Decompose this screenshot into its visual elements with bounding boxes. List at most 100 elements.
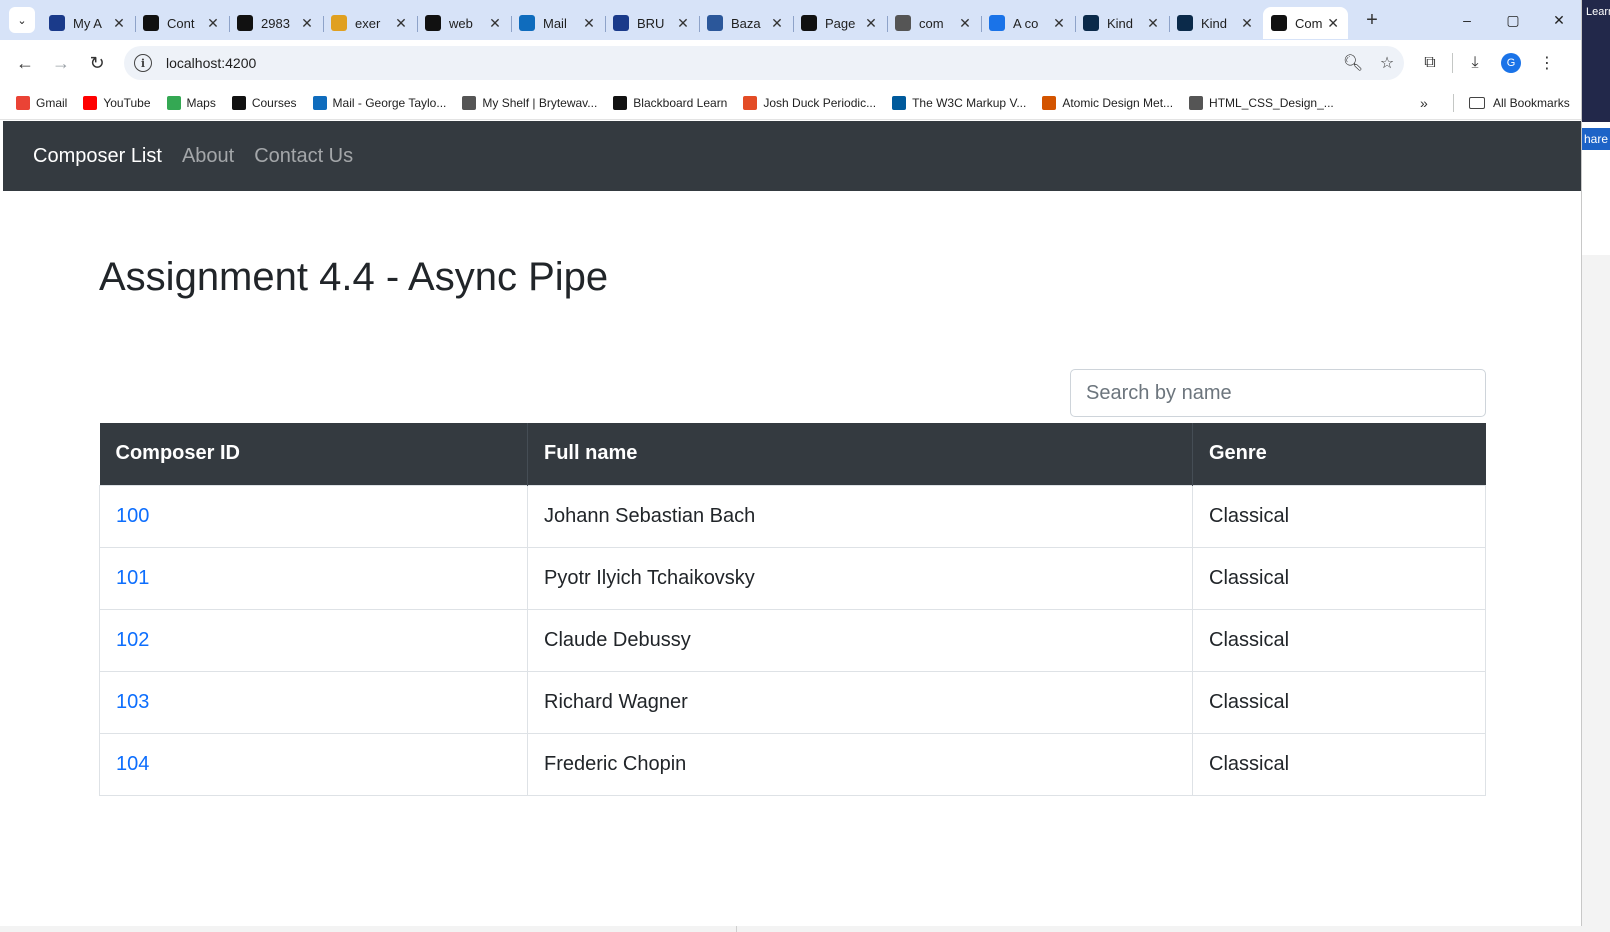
- composer-table: Composer ID Full name Genre 100 Johann S…: [99, 423, 1486, 796]
- table-row: 100 Johann Sebastian Bach Classical: [99, 484, 1486, 548]
- maps-icon: [166, 95, 181, 110]
- browser-tab[interactable]: web ✕: [417, 7, 511, 39]
- tab-title: Mail: [543, 15, 567, 31]
- cell-name: Richard Wagner: [527, 670, 1193, 734]
- tab-strip: ⌄ My A ✕ Cont ✕ 2983 ✕ exer ✕ web ✕ Mail ✕ BRU ✕ Baza ✕…: [0, 0, 1581, 40]
- tab-close-icon[interactable]: ✕: [1051, 15, 1067, 32]
- tab-close-icon[interactable]: ✕: [769, 15, 785, 32]
- tab-close-icon[interactable]: ✕: [675, 15, 691, 32]
- bookmark-item[interactable]: Gmail: [16, 95, 67, 110]
- close-window-button[interactable]: ✕: [1536, 12, 1581, 29]
- minimize-button[interactable]: –: [1444, 12, 1490, 28]
- browser-tab[interactable]: Page ✕: [793, 7, 887, 39]
- search-input[interactable]: [1070, 369, 1486, 417]
- browser-tab[interactable]: A co ✕: [981, 7, 1075, 39]
- youtube-icon: [83, 95, 98, 110]
- composer-id-link[interactable]: 104: [116, 753, 149, 775]
- browser-tab[interactable]: 2983 ✕: [229, 7, 323, 39]
- bookmark-item[interactable]: Josh Duck Periodic...: [743, 95, 876, 110]
- tab-close-icon[interactable]: ✕: [487, 15, 503, 32]
- cell-id: 103: [99, 670, 528, 734]
- browser-tab[interactable]: My A ✕: [41, 7, 135, 39]
- bookmark-item[interactable]: Blackboard Learn: [613, 95, 727, 110]
- tab-title: Cont: [167, 15, 195, 31]
- extensions-icon[interactable]: ⧉: [1412, 54, 1448, 72]
- tab-close-icon[interactable]: ✕: [299, 15, 315, 32]
- atom-icon: [1042, 95, 1057, 110]
- header-genre: Genre: [1192, 423, 1486, 485]
- cell-genre: Classical: [1192, 546, 1486, 610]
- tab-close-icon[interactable]: ✕: [205, 15, 221, 32]
- bookmarks-bar: Gmail YouTube Maps Courses Mail - George Tay…: [0, 86, 1581, 120]
- tab-close-icon[interactable]: ✕: [957, 15, 973, 32]
- tab-close-icon[interactable]: ✕: [111, 15, 127, 32]
- tab-title: Kind: [1201, 15, 1228, 31]
- forward-button[interactable]: →: [44, 46, 78, 80]
- search-container: [1070, 369, 1486, 417]
- tab-title: 2983: [261, 15, 290, 31]
- page-title: Assignment 4.4 - Async Pipe: [99, 255, 609, 299]
- composer-id-link[interactable]: 101: [116, 567, 149, 589]
- tab-title: com: [919, 15, 944, 31]
- browser-tab[interactable]: BRU ✕: [605, 7, 699, 39]
- header-composer-id: Composer ID: [99, 423, 528, 485]
- tab-title: Baza: [731, 15, 761, 31]
- maximize-button[interactable]: ▢: [1490, 12, 1536, 29]
- browser-tab[interactable]: Kind ✕: [1169, 7, 1263, 39]
- browser-tab[interactable]: Kind ✕: [1075, 7, 1169, 39]
- circle-icon: [613, 15, 629, 31]
- site-info-icon[interactable]: i: [134, 54, 152, 72]
- new-tab-button[interactable]: +: [1360, 9, 1384, 32]
- tab-close-icon[interactable]: ✕: [1239, 15, 1255, 32]
- tab-close-icon[interactable]: ✕: [1326, 15, 1340, 32]
- url-text[interactable]: localhost:4200: [166, 55, 256, 71]
- nav-link-contact[interactable]: Contact Us: [254, 145, 353, 168]
- browser-tab[interactable]: Baza ✕: [699, 7, 793, 39]
- bookmark-item[interactable]: Mail - George Taylo...: [312, 95, 446, 110]
- browser-tab[interactable]: Cont ✕: [135, 7, 229, 39]
- composer-id-link[interactable]: 100: [116, 505, 149, 527]
- bookmark-label: My Shelf | Brytewav...: [482, 95, 598, 110]
- bookmark-star-icon[interactable]: ☆: [1370, 53, 1404, 73]
- reload-button[interactable]: ↻: [80, 46, 114, 80]
- browser-tab[interactable]: exer ✕: [323, 7, 417, 39]
- background-learn-text: Learn: [1582, 0, 1610, 122]
- bookmark-item[interactable]: The W3C Markup V...: [892, 95, 1026, 110]
- bookmark-item[interactable]: My Shelf | Brytewav...: [462, 95, 598, 110]
- bookmark-list: Gmail YouTube Maps Courses Mail - George Tay…: [16, 95, 1350, 110]
- browser-toolbar: ← → ↻ i localhost:4200 🔍︎ ☆ ⧉ ⤓ G ⋮: [0, 40, 1581, 86]
- all-bookmarks-button[interactable]: All Bookmarks: [1469, 86, 1570, 120]
- more-bookmarks-button[interactable]: »: [1420, 86, 1428, 120]
- cell-id: 101: [99, 546, 528, 610]
- menu-kebab-icon[interactable]: ⋮: [1529, 53, 1565, 73]
- globe-icon: [895, 15, 911, 31]
- table-row: 102 Claude Debussy Classical: [99, 608, 1486, 672]
- table-row: 103 Richard Wagner Classical: [99, 670, 1486, 734]
- tab-search-button[interactable]: ⌄: [9, 7, 35, 33]
- tab-close-icon[interactable]: ✕: [1145, 15, 1161, 32]
- zoom-icon[interactable]: 🔍︎: [1336, 53, 1370, 73]
- bookmark-item[interactable]: HTML_CSS_Design_...: [1189, 95, 1334, 110]
- bookmark-item[interactable]: Courses: [231, 95, 297, 110]
- globe-icon: [1189, 95, 1204, 110]
- navbar-brand[interactable]: Composer List: [33, 145, 162, 168]
- browser-tab[interactable]: Com ✕: [1263, 7, 1348, 39]
- tab-close-icon[interactable]: ✕: [581, 15, 597, 32]
- browser-tab[interactable]: Mail ✕: [511, 7, 605, 39]
- nav-link-about[interactable]: About: [182, 145, 234, 168]
- cell-name: Pyotr Ilyich Tchaikovsky: [527, 546, 1193, 610]
- address-bar[interactable]: i localhost:4200 🔍︎ ☆: [124, 46, 1404, 80]
- bookmark-item[interactable]: Maps: [166, 95, 216, 110]
- back-button[interactable]: ←: [8, 46, 42, 80]
- profile-avatar[interactable]: G: [1501, 53, 1521, 73]
- outlook-icon: [312, 95, 327, 110]
- tab-close-icon[interactable]: ✕: [393, 15, 409, 32]
- composer-id-link[interactable]: 103: [116, 691, 149, 713]
- bookmark-item[interactable]: Atomic Design Met...: [1042, 95, 1173, 110]
- toolbar-divider: [1452, 53, 1453, 73]
- tab-close-icon[interactable]: ✕: [863, 15, 879, 32]
- bookmark-item[interactable]: YouTube: [83, 95, 151, 110]
- browser-tab[interactable]: com ✕: [887, 7, 981, 39]
- composer-id-link[interactable]: 102: [116, 629, 149, 651]
- download-icon[interactable]: ⤓: [1457, 54, 1493, 72]
